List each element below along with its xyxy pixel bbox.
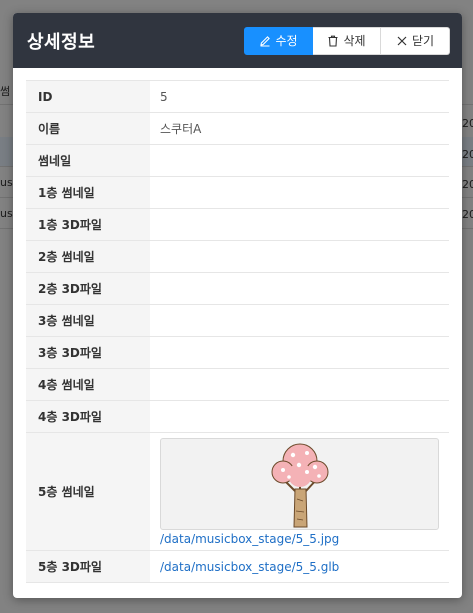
detail-value [150, 209, 449, 241]
detail-table: ID 5 이름 스쿠터A 썸네일 1층 썸네일 1층 3D파일 2층 썸네일 2… [26, 80, 449, 583]
detail-label: 5층 썸네일 [26, 432, 150, 551]
detail-label: 1층 3D파일 [26, 208, 150, 241]
detail-label: 2층 3D파일 [26, 272, 150, 305]
delete-button-label: 삭제 [343, 34, 366, 48]
floor5-thumbnail-link[interactable]: /data/musicbox_stage/5_5.jpg [160, 532, 439, 546]
close-icon [397, 36, 407, 45]
close-button[interactable]: 닫기 [381, 26, 450, 55]
detail-value: 스쿠터A [160, 122, 202, 136]
close-button-label: 닫기 [411, 34, 435, 48]
detail-value [150, 273, 449, 305]
modal-title: 상세정보 [27, 31, 96, 53]
detail-row-floor4-3d: 4층 3D파일 [26, 400, 449, 433]
detail-modal: 상세정보 수정 삭제 닫기 ID 5 이름 스쿠터A 썸네일 1층 썸네일 1층… [13, 13, 462, 598]
detail-row-name: 이름 스쿠터A [26, 112, 449, 145]
edit-button[interactable]: 수정 [244, 26, 313, 55]
detail-value [150, 337, 449, 369]
detail-row-floor3-3d: 3층 3D파일 [26, 336, 449, 369]
modal-body: ID 5 이름 스쿠터A 썸네일 1층 썸네일 1층 3D파일 2층 썸네일 2… [13, 68, 462, 583]
detail-label: 1층 썸네일 [26, 176, 150, 209]
detail-value [150, 369, 449, 401]
trash-icon [328, 35, 338, 47]
detail-label: 썸네일 [26, 144, 150, 177]
detail-label: ID [26, 80, 150, 113]
pencil-icon [260, 35, 271, 47]
detail-label: 3층 썸네일 [26, 304, 150, 337]
detail-value [150, 241, 449, 273]
floor5-3d-link[interactable]: /data/musicbox_stage/5_5.glb [160, 560, 439, 574]
detail-value [150, 177, 449, 209]
detail-row-thumbnail: 썸네일 [26, 144, 449, 177]
action-button-group: 수정 삭제 닫기 [244, 26, 450, 55]
detail-row-floor2-3d: 2층 3D파일 [26, 272, 449, 305]
detail-row-floor4-thumbnail: 4층 썸네일 [26, 368, 449, 401]
detail-label: 2층 썸네일 [26, 240, 150, 273]
detail-value: /data/musicbox_stage/5_5.glb [150, 551, 449, 583]
edit-button-label: 수정 [275, 34, 298, 48]
detail-row-floor5-3d: 5층 3D파일 /data/musicbox_stage/5_5.glb [26, 550, 449, 583]
detail-row-id: ID 5 [26, 80, 449, 113]
detail-label: 4층 3D파일 [26, 400, 150, 433]
detail-value: 5 [160, 89, 168, 104]
detail-value [150, 401, 449, 433]
modal-header: 상세정보 수정 삭제 닫기 [13, 13, 462, 68]
detail-label: 4층 썸네일 [26, 368, 150, 401]
detail-row-floor1-3d: 1층 3D파일 [26, 208, 449, 241]
detail-label: 3층 3D파일 [26, 336, 150, 369]
detail-value [150, 145, 449, 177]
detail-value: /data/musicbox_stage/5_5.jpg [150, 433, 449, 551]
detail-label: 이름 [26, 112, 150, 145]
detail-row-floor3-thumbnail: 3층 썸네일 [26, 304, 449, 337]
detail-value [150, 305, 449, 337]
detail-row-floor1-thumbnail: 1층 썸네일 [26, 176, 449, 209]
delete-button[interactable]: 삭제 [313, 26, 381, 55]
detail-row-floor5-thumbnail: 5층 썸네일 /data/musicbox_stage/5_5.jpg [26, 432, 449, 551]
detail-label: 5층 3D파일 [26, 550, 150, 583]
thumbnail-preview[interactable] [160, 438, 439, 530]
tree-thumbnail-image [271, 443, 328, 528]
detail-row-floor2-thumbnail: 2층 썸네일 [26, 240, 449, 273]
